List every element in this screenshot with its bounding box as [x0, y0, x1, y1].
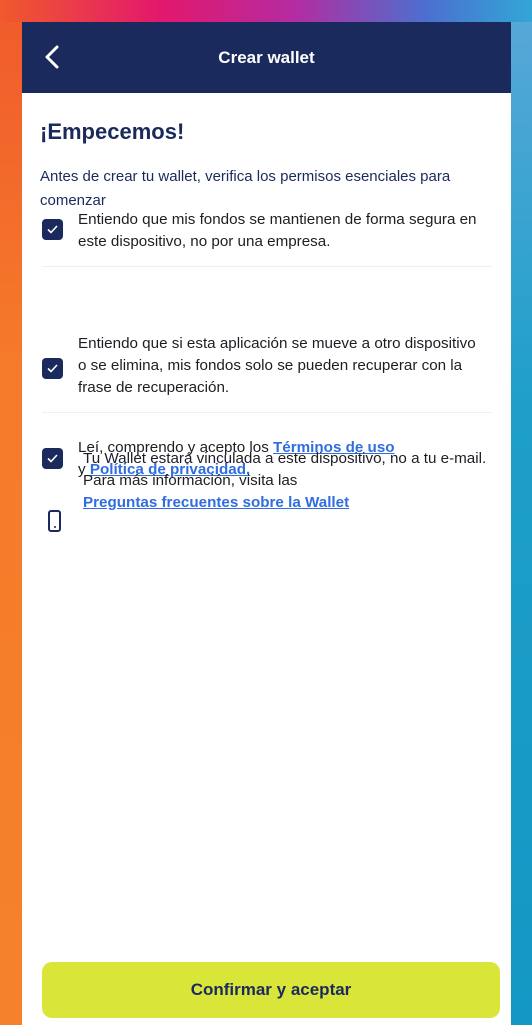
frame-background-top [0, 0, 532, 22]
heading: ¡Empecemos! [40, 119, 185, 144]
checkbox-2[interactable] [42, 358, 63, 379]
phone-icon [48, 510, 61, 532]
permission-text-1: Entiendo que mis fondos se mantienen de … [78, 211, 477, 250]
permission-item-2[interactable]: Entiendo que si esta aplicación se mueve… [42, 266, 492, 413]
permission-text-2: Entiendo que si esta aplicación se mueve… [78, 335, 476, 396]
checkbox-1[interactable] [42, 219, 63, 240]
page-title: Crear wallet [218, 48, 315, 67]
check-icon [47, 364, 58, 373]
check-icon [47, 225, 58, 234]
faq-link[interactable]: Preguntas frecuentes sobre la Wallet [83, 494, 349, 511]
permission-item-1[interactable]: Entiendo que mis fondos se mantienen de … [42, 183, 492, 267]
device-frame: Crear wallet ¡Empecemos! Antes de crear … [0, 0, 532, 1025]
info-body: Tu Wallet estará vinculada a este dispos… [83, 450, 487, 489]
confirm-button[interactable]: Confirmar y aceptar [42, 962, 500, 1018]
checkbox-3[interactable] [42, 448, 63, 469]
app-header: Crear wallet [22, 22, 511, 93]
info-text: Tu Wallet estará vinculada a este dispos… [83, 448, 493, 514]
check-icon [47, 454, 58, 463]
app-screen: Crear wallet ¡Empecemos! Antes de crear … [22, 22, 511, 1025]
